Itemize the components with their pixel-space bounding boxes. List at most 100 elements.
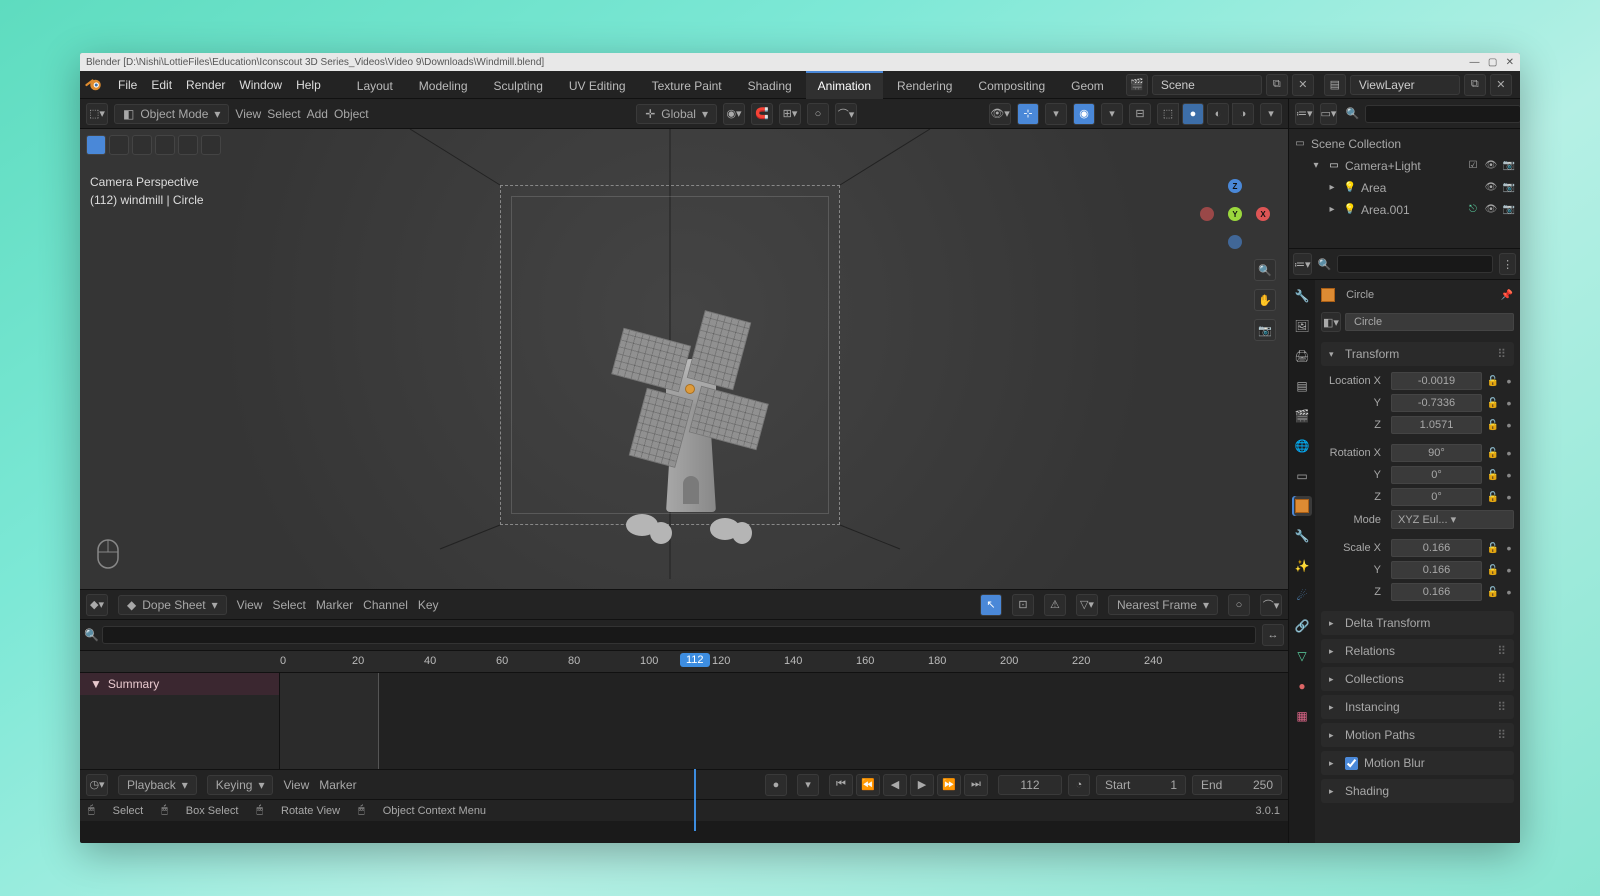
camera-render-icon[interactable]: 📷 — [1502, 200, 1516, 220]
panel-motion-blur[interactable]: ▸ Motion Blur — [1321, 751, 1514, 775]
timeline-ruler[interactable]: 0 20 40 60 80 100 120 140 160 180 200 22… — [80, 651, 1288, 673]
viewlayer-field[interactable]: ViewLayer — [1350, 75, 1460, 95]
tab-modifiers-icon[interactable]: 🔧 — [1292, 526, 1312, 546]
window-controls[interactable]: — ▢ ✕ — [1470, 57, 1515, 68]
tab-texture-icon[interactable]: ▦ — [1292, 706, 1312, 726]
scene-new-icon[interactable]: ⧉ — [1266, 74, 1288, 96]
orientation-dropdown[interactable]: ✛ Global ▾ — [636, 104, 717, 124]
dope-editor-icon[interactable]: ◆▾ — [86, 594, 108, 616]
keyframe-dot[interactable]: • — [1504, 540, 1514, 556]
tab-modeling[interactable]: Modeling — [407, 71, 480, 99]
mode-dropdown[interactable]: ◧ Object Mode ▾ — [114, 104, 229, 124]
tree-area[interactable]: ▸ 💡 Area 👁 📷 — [1293, 177, 1516, 199]
camera-icon[interactable]: 📷 — [1254, 319, 1276, 341]
menu-file[interactable]: File — [118, 78, 137, 92]
proportional-icon[interactable]: ○ — [807, 103, 829, 125]
scene-browse-icon[interactable]: 🎬 — [1126, 74, 1148, 96]
panel-shading[interactable]: ▸Shading — [1321, 779, 1514, 803]
dope-menu-key[interactable]: Key — [418, 598, 439, 612]
keying-popover[interactable]: Keying ▾ — [207, 775, 274, 795]
falloff-icon[interactable]: ⌒▾ — [835, 103, 857, 125]
keyframe-dot[interactable]: • — [1504, 417, 1514, 433]
tool-cursor[interactable] — [178, 135, 198, 155]
tab-constraints-icon[interactable]: 🔗 — [1292, 616, 1312, 636]
tab-material-icon[interactable]: ● — [1292, 676, 1312, 696]
blender-logo[interactable] — [80, 71, 108, 99]
scale-y[interactable]: 0.166 — [1391, 561, 1482, 579]
tool-box[interactable] — [109, 135, 129, 155]
channel-search[interactable] — [102, 626, 1256, 644]
viewport-menu-add[interactable]: Add — [307, 107, 328, 121]
play-icon[interactable]: ▶ — [910, 774, 934, 796]
tab-animation[interactable]: Animation — [806, 71, 883, 99]
viewport-menu-object[interactable]: Object — [334, 107, 369, 121]
keyframe-dot[interactable]: • — [1504, 395, 1514, 411]
object-name-field[interactable]: Circle — [1345, 313, 1514, 331]
rotation-mode[interactable]: XYZ Eul... ▾ — [1391, 510, 1514, 529]
camera-render-icon[interactable]: 📷 — [1502, 178, 1516, 198]
end-frame[interactable]: End250 — [1192, 775, 1282, 795]
gizmo-toggle-icon[interactable]: ⊹ — [1017, 103, 1039, 125]
tab-output-icon[interactable]: 🖨 — [1292, 346, 1312, 366]
dope-selsync-icon[interactable]: ⊡ — [1012, 594, 1034, 616]
outliner-type-icon[interactable]: ≔▾ — [1295, 103, 1314, 125]
lock-icon[interactable]: 🔓 — [1486, 565, 1500, 576]
panel-relations[interactable]: ▸Relations⠿ — [1321, 639, 1514, 663]
lock-icon[interactable]: 🔓 — [1486, 448, 1500, 459]
editor-type-icon[interactable]: ⬚▾ — [86, 103, 108, 125]
menu-render[interactable]: Render — [186, 78, 225, 92]
tree-area-001[interactable]: ▸ 💡 Area.001 ⎋ 👁 📷 — [1293, 199, 1516, 221]
jump-start-icon[interactable]: ⏮ — [829, 774, 853, 796]
start-frame[interactable]: Start1 — [1096, 775, 1186, 795]
shading-opts-icon[interactable]: ▾ — [1260, 103, 1282, 125]
menu-edit[interactable]: Edit — [151, 78, 172, 92]
tab-texture[interactable]: Texture Paint — [640, 71, 734, 99]
3d-viewport[interactable]: Options ▾ Camera Perspective (112) windm… — [80, 129, 1288, 589]
panel-instancing[interactable]: ▸Instancing⠿ — [1321, 695, 1514, 719]
tab-compositing[interactable]: Compositing — [966, 71, 1057, 99]
lock-icon[interactable]: 🔓 — [1486, 470, 1500, 481]
play-reverse-icon[interactable]: ◀ — [883, 774, 907, 796]
snap-mode[interactable]: Nearest Frame ▾ — [1108, 595, 1218, 615]
viewlayer-icon[interactable]: ▤ — [1324, 74, 1346, 96]
checkbox-icon[interactable]: ☑ — [1466, 156, 1480, 176]
pan-icon[interactable]: ✋ — [1254, 289, 1276, 311]
viewlayer-delete-icon[interactable]: ✕ — [1490, 74, 1512, 96]
viewlayer-new-icon[interactable]: ⧉ — [1464, 74, 1486, 96]
overlay-toggle-icon[interactable]: ◉ — [1073, 103, 1095, 125]
lock-icon[interactable]: 🔓 — [1486, 398, 1500, 409]
playback-view[interactable]: View — [283, 778, 309, 792]
keyframe-dot[interactable]: • — [1504, 445, 1514, 461]
location-y[interactable]: -0.7336 — [1391, 394, 1482, 412]
summary-channel[interactable]: ▼Summary — [80, 673, 279, 695]
dope-menu-marker[interactable]: Marker — [316, 598, 353, 612]
tab-uv[interactable]: UV Editing — [557, 71, 638, 99]
rendered-icon[interactable]: ◑ — [1232, 103, 1254, 125]
tool-lasso[interactable] — [155, 135, 175, 155]
autokey-icon[interactable]: ● — [765, 774, 787, 796]
playback-marker[interactable]: Marker — [319, 778, 356, 792]
menu-help[interactable]: Help — [296, 78, 321, 92]
location-z[interactable]: 1.0571 — [1391, 416, 1482, 434]
rotation-y[interactable]: 0° — [1391, 466, 1482, 484]
playback-popover[interactable]: Playback ▾ — [118, 775, 197, 795]
next-key-icon[interactable]: ⏩ — [937, 774, 961, 796]
viewport-canvas[interactable]: Z X Y 🔍 ✋ 📷 — [80, 129, 1288, 589]
tab-shading[interactable]: Shading — [736, 71, 804, 99]
panel-collections[interactable]: ▸Collections⠿ — [1321, 667, 1514, 691]
pivot-icon[interactable]: ◉▾ — [723, 103, 745, 125]
dope-prop-icon[interactable]: ○ — [1228, 594, 1250, 616]
scene-delete-icon[interactable]: ✕ — [1292, 74, 1314, 96]
scale-x[interactable]: 0.166 — [1391, 539, 1482, 557]
tab-particles-icon[interactable]: ✨ — [1292, 556, 1312, 576]
current-frame[interactable]: 112 — [998, 775, 1062, 795]
keyframe-dot[interactable]: • — [1504, 467, 1514, 483]
keyframe-dot[interactable]: • — [1504, 489, 1514, 505]
tab-geom[interactable]: Geom — [1059, 71, 1116, 99]
panel-transform[interactable]: ▾Transform⠿ — [1321, 342, 1514, 366]
rotation-x[interactable]: 90° — [1391, 444, 1482, 462]
dope-falloff-icon[interactable]: ⌒▾ — [1260, 594, 1282, 616]
viewport-menu-view[interactable]: View — [235, 107, 261, 121]
nav-gizmo[interactable]: Z X Y — [1200, 179, 1270, 249]
dope-warn-icon[interactable]: ⚠ — [1044, 594, 1066, 616]
